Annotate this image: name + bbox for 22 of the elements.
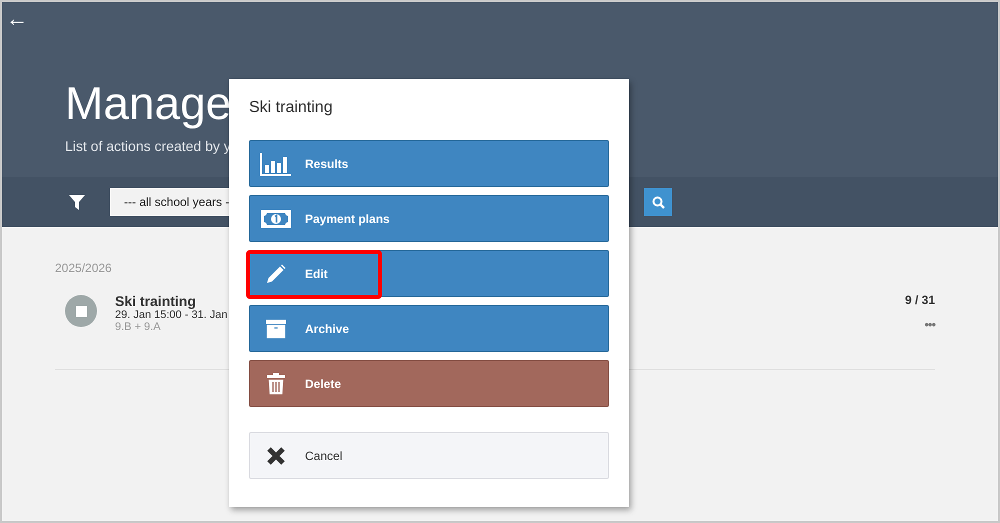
results-button[interactable]: Results <box>249 140 609 187</box>
action-dates: 29. Jan 15:00 - 31. Jan <box>115 309 228 321</box>
filter-icon <box>68 193 86 211</box>
bar-chart-icon <box>260 152 292 176</box>
trash-icon <box>266 372 286 396</box>
search-icon <box>652 196 664 208</box>
pencil-icon <box>266 262 286 286</box>
status-icon <box>65 295 97 327</box>
dialog-title: Ski trainting <box>249 99 334 117</box>
delete-button[interactable]: Delete <box>249 360 609 407</box>
group-heading: 2025/2026 <box>55 261 112 275</box>
more-button[interactable]: ••• <box>924 317 935 332</box>
page-title: Manage <box>65 76 232 130</box>
action-title: Ski trainting <box>115 293 196 309</box>
search-button[interactable] <box>644 188 672 216</box>
payment-button[interactable]: Payment plans <box>249 195 609 242</box>
participant-count: 9 / 31 <box>904 293 935 307</box>
back-button[interactable]: ← <box>2 2 28 30</box>
edit-button[interactable]: Edit <box>249 250 609 297</box>
archive-button[interactable]: Archive <box>249 305 609 352</box>
action-classes: 9.B + 9.A <box>115 321 161 333</box>
cancel-button[interactable]: Cancel <box>249 432 609 479</box>
